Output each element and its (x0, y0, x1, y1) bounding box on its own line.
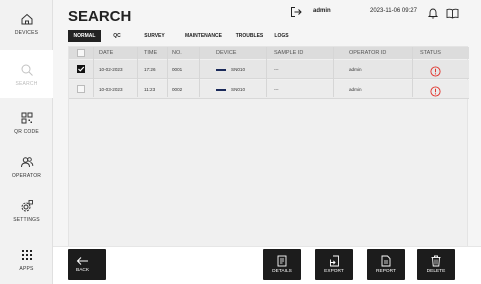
cell-device-label: SN010 (231, 67, 246, 72)
column-header-device[interactable]: DEVICE (216, 47, 236, 59)
sidebar-item-label: SEARCH (15, 81, 38, 87)
cell-time: 11:23 (144, 87, 156, 92)
sidebar-item-label: OPERATOR (11, 173, 42, 179)
device-line-icon (216, 68, 226, 71)
arrow-left-icon (76, 257, 88, 265)
report-button[interactable]: REPORT (367, 249, 405, 280)
tab-normal[interactable]: NORMAL (68, 30, 101, 42)
page-title: SEARCH (68, 8, 132, 25)
cell-no: 0001 (172, 67, 183, 72)
cell-no: 0002 (172, 87, 183, 92)
device-line-icon (216, 88, 226, 91)
cell-device: SN010 (216, 60, 245, 79)
settings-icon (18, 197, 36, 215)
trash-icon (431, 255, 441, 267)
cell-date: 10-02-2023 (99, 67, 123, 72)
tab-troubles[interactable]: TROUBLES (231, 30, 268, 42)
select-all-checkbox[interactable] (77, 49, 85, 57)
details-button-label: DETAILS (272, 269, 292, 274)
qr-code-icon (18, 109, 36, 127)
cell-sample-id: --- (274, 87, 279, 92)
delete-button-label: DELETE (426, 269, 446, 274)
report-document-icon (381, 255, 391, 267)
back-button[interactable]: BACK (68, 249, 106, 280)
checkmark-icon (78, 66, 85, 72)
column-header-time[interactable]: TIME (144, 47, 157, 59)
tab-maintenance[interactable]: MAINTENANCE (176, 30, 231, 42)
row-checkbox[interactable] (77, 85, 85, 93)
tab-survey[interactable]: SURVEY (133, 30, 176, 42)
cell-device: SN010 (216, 80, 245, 99)
sidebar-item-label: DEVICES (14, 30, 39, 36)
export-button-label: EXPORT (324, 269, 344, 274)
column-header-no[interactable]: NO. (172, 47, 182, 59)
delete-button[interactable]: DELETE (417, 249, 455, 280)
bell-icon[interactable] (427, 6, 439, 19)
column-divider (412, 47, 413, 97)
sidebar-item-qr-code[interactable]: QR CODE (0, 104, 53, 140)
tab-qc[interactable]: QC (101, 30, 133, 42)
column-divider (333, 47, 334, 97)
sidebar-item-search[interactable]: SEARCH (0, 50, 53, 98)
current-user[interactable]: admin (313, 8, 331, 14)
cell-time: 17:26 (144, 67, 156, 72)
results-table: DATE TIME NO. DEVICE SAMPLE ID OPERATOR … (68, 46, 469, 251)
sidebar-item-operator[interactable]: OPERATOR (0, 148, 53, 184)
cell-device-label: SN010 (231, 87, 246, 92)
error-status-icon[interactable] (430, 64, 441, 77)
table-row[interactable]: 10-03-2023 11:23 0002 SN010 --- admin (69, 80, 469, 99)
sidebar-item-label: APPS (19, 266, 34, 272)
logout-icon[interactable] (290, 5, 302, 17)
cell-date: 10-03-2023 (99, 87, 123, 92)
column-header-date[interactable]: DATE (99, 47, 113, 59)
column-header-status[interactable]: STATUS (420, 47, 441, 59)
apps-grid-icon (18, 246, 36, 264)
search-icon (18, 61, 36, 79)
report-button-label: REPORT (376, 269, 396, 274)
back-button-label: BACK (76, 268, 90, 273)
datetime-display: 2023-11-06 09:27 (370, 8, 417, 14)
home-icon (18, 10, 36, 28)
sidebar-item-label: QR CODE (14, 129, 39, 135)
column-header-operator-id[interactable]: OPERATOR ID (349, 47, 386, 59)
sidebar-item-devices[interactable]: DEVICES (0, 4, 53, 42)
error-status-icon[interactable] (430, 84, 441, 97)
manual-book-icon[interactable] (446, 6, 459, 19)
sidebar-item-apps[interactable]: APPS (0, 240, 53, 278)
details-button[interactable]: DETAILS (263, 249, 301, 280)
users-icon (18, 153, 36, 171)
column-divider (199, 47, 200, 97)
cell-sample-id: --- (274, 67, 279, 72)
column-divider (137, 47, 138, 97)
column-divider (167, 47, 168, 97)
tab-bar: NORMAL QC SURVEY MAINTENANCE TROUBLES LO… (68, 30, 295, 42)
tab-logs[interactable]: LOGS (268, 30, 295, 42)
table-header: DATE TIME NO. DEVICE SAMPLE ID OPERATOR … (69, 47, 469, 59)
sidebar: DEVICES SEARCH QR CODE OPERATOR SETTINGS… (0, 0, 53, 284)
table-row[interactable]: 10-02-2023 17:26 0001 SN010 --- admin (69, 60, 469, 79)
document-details-icon (277, 255, 287, 267)
column-divider (266, 47, 267, 97)
column-header-sample-id[interactable]: SAMPLE ID (274, 47, 303, 59)
sidebar-item-settings[interactable]: SETTINGS (0, 192, 53, 228)
sidebar-item-label: SETTINGS (13, 217, 40, 223)
cell-operator-id: admin (349, 67, 362, 72)
cell-operator-id: admin (349, 87, 362, 92)
row-checkbox[interactable] (77, 65, 85, 73)
column-divider (93, 47, 94, 97)
export-icon (329, 255, 339, 267)
export-button[interactable]: EXPORT (315, 249, 353, 280)
